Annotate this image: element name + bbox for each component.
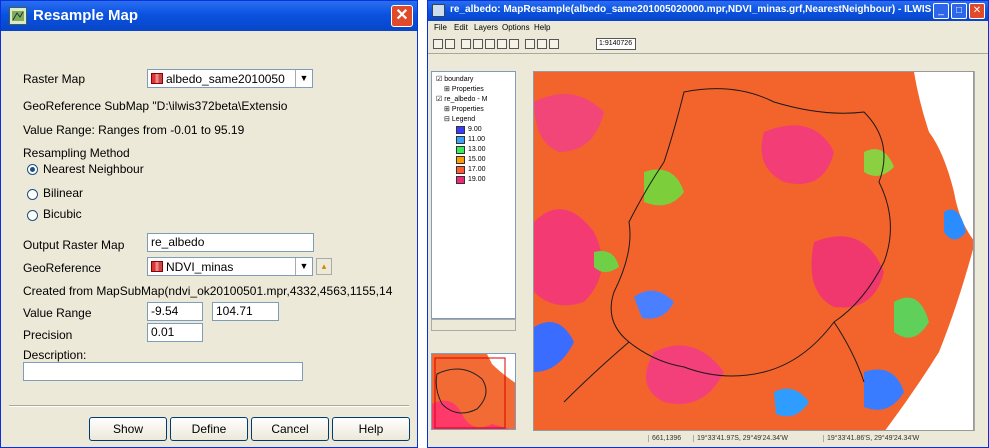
menu-help[interactable]: Help <box>534 23 550 32</box>
close-icon[interactable]: ✕ <box>969 3 985 19</box>
legend-swatch-6 <box>456 176 465 184</box>
output-raster-map-input[interactable]: re_albedo <box>147 233 314 252</box>
legend-swatch-5 <box>456 166 465 174</box>
layer-boundary-label: boundary <box>444 76 474 83</box>
radio-bilinear[interactable] <box>27 189 38 200</box>
show-button[interactable]: Show <box>89 417 167 441</box>
menu-options[interactable]: Options <box>502 23 530 32</box>
layer-re-albedo[interactable]: ☑ re_albedo - M <box>436 95 487 103</box>
legend-swatch-1 <box>456 126 465 134</box>
layer-boundary-properties[interactable]: ⊞ Properties <box>444 85 484 93</box>
menu-bar: File Edit Layers Options Help <box>428 21 988 36</box>
created-from-info: Created from MapSubMap(ndvi_ok20100501.m… <box>23 284 393 298</box>
chevron-down-icon[interactable]: ▼ <box>295 258 312 275</box>
georeference-select[interactable]: NDVI_minas ▼ <box>147 257 313 276</box>
legend-value-4: 15.00 <box>468 156 486 163</box>
zoom-in-icon[interactable] <box>485 39 495 49</box>
cancel-button[interactable]: Cancel <box>251 417 329 441</box>
properties-label: Properties <box>451 106 484 113</box>
resample-map-dialog: Resample Map ✕ Raster Map albedo_same201… <box>0 0 418 448</box>
properties-label: Properties <box>451 86 484 93</box>
radio-bicubic[interactable] <box>27 210 38 221</box>
pointer-icon[interactable] <box>461 39 471 49</box>
menu-file[interactable]: File <box>434 23 447 32</box>
select-icon[interactable] <box>473 39 483 49</box>
status-bar: 661,1396 19°33'41.97S, 29°49'24.34'W 19°… <box>428 434 988 447</box>
scale-input[interactable]: 1:9140726 <box>596 38 636 50</box>
button-separator <box>9 405 409 407</box>
value-range-min-input[interactable]: -9.54 <box>147 302 203 321</box>
layer-re-albedo-label: re_albedo - M <box>444 96 488 103</box>
print-icon[interactable] <box>537 39 547 49</box>
output-raster-map-label: Output Raster Map <box>23 238 125 252</box>
normal-view-icon[interactable] <box>445 39 455 49</box>
georeference-value: NDVI_minas <box>166 260 234 274</box>
method-nearest-neighbour-label: Nearest Neighbour <box>43 162 144 176</box>
georeference-icon <box>151 261 163 272</box>
value-range-info: Value Range: Ranges from -0.01 to 95.19 <box>23 123 245 137</box>
minimize-icon[interactable]: _ <box>933 3 949 19</box>
legend-label: Legend <box>451 116 476 123</box>
status-coord-2: 19°33'41.86'S, 29°49'24.34'W <box>823 435 919 442</box>
map-window-icon <box>432 4 445 17</box>
legend-swatch-2 <box>456 136 465 144</box>
radio-nearest-neighbour[interactable] <box>27 164 38 175</box>
copy-icon[interactable] <box>525 39 535 49</box>
pan-icon[interactable] <box>509 39 519 49</box>
save-icon[interactable] <box>549 39 559 49</box>
layer-boundary[interactable]: ☑ boundary <box>436 75 473 83</box>
entire-map-icon[interactable] <box>433 39 443 49</box>
legend-value-3: 13.00 <box>468 146 486 153</box>
create-georeference-button[interactable]: ▴ <box>316 258 332 275</box>
layer-re-albedo-legend[interactable]: ⊟ Legend <box>444 115 475 123</box>
legend-value-6: 19.00 <box>468 176 486 183</box>
map-canvas[interactable] <box>533 71 974 431</box>
overview-map[interactable] <box>431 353 516 430</box>
precision-input[interactable]: 0.01 <box>147 323 203 342</box>
raster-map-label: Raster Map <box>23 72 86 86</box>
map-window: re_albedo: MapResample(albedo_same201005… <box>427 0 989 448</box>
help-button[interactable]: Help <box>332 417 410 441</box>
tree-horizontal-scrollbar[interactable] <box>431 319 516 331</box>
description-label: Description: <box>23 348 87 362</box>
legend-swatch-4 <box>456 156 465 164</box>
raster-map-select[interactable]: albedo_same2010050 ▼ <box>147 69 313 88</box>
description-input[interactable] <box>23 362 303 381</box>
zoom-out-icon[interactable] <box>497 39 507 49</box>
legend-value-1: 9.00 <box>468 126 482 133</box>
layer-re-albedo-properties[interactable]: ⊞ Properties <box>444 105 484 113</box>
method-bilinear-label: Bilinear <box>43 186 84 200</box>
close-icon[interactable]: ✕ <box>391 5 413 27</box>
map-window-title-bar[interactable]: re_albedo: MapResample(albedo_same201005… <box>428 1 988 21</box>
resampling-method-label: Resampling Method <box>23 146 130 160</box>
dialog-title-bar[interactable]: Resample Map ✕ <box>1 1 417 31</box>
toolbar: 1:9140726 <box>428 36 988 54</box>
dialog-title: Resample Map <box>33 7 139 24</box>
maximize-icon[interactable]: □ <box>951 3 967 19</box>
raster-map-icon <box>151 73 163 84</box>
map-vertical-scrollbar[interactable] <box>974 71 986 431</box>
legend-value-2: 11.00 <box>468 136 485 143</box>
layer-tree: ☑ boundary ⊞ Properties ☑ re_albedo - M … <box>431 71 516 319</box>
value-range-label: Value Range <box>23 306 92 320</box>
define-button[interactable]: Define <box>170 417 248 441</box>
precision-label: Precision <box>23 328 73 342</box>
menu-edit[interactable]: Edit <box>454 23 468 32</box>
legend-swatch-3 <box>456 146 465 154</box>
ilwis-app-icon <box>9 7 27 25</box>
raster-map-value: albedo_same2010050 <box>166 72 285 86</box>
menu-layers[interactable]: Layers <box>474 23 498 32</box>
georef-info: GeoReference SubMap "D:\ilwis372beta\Ext… <box>23 99 288 113</box>
georeference-label: GeoReference <box>23 261 102 275</box>
method-bicubic-label: Bicubic <box>43 207 82 221</box>
status-rowcol: 661,1396 <box>648 435 681 442</box>
legend-value-5: 17.00 <box>468 166 486 173</box>
status-coord-1: 19°33'41.97S, 29°49'24.34'W <box>693 435 788 442</box>
map-window-title: re_albedo: MapResample(albedo_same201005… <box>450 4 932 15</box>
value-range-max-input[interactable]: 104.71 <box>212 302 279 321</box>
chevron-down-icon[interactable]: ▼ <box>295 70 312 87</box>
